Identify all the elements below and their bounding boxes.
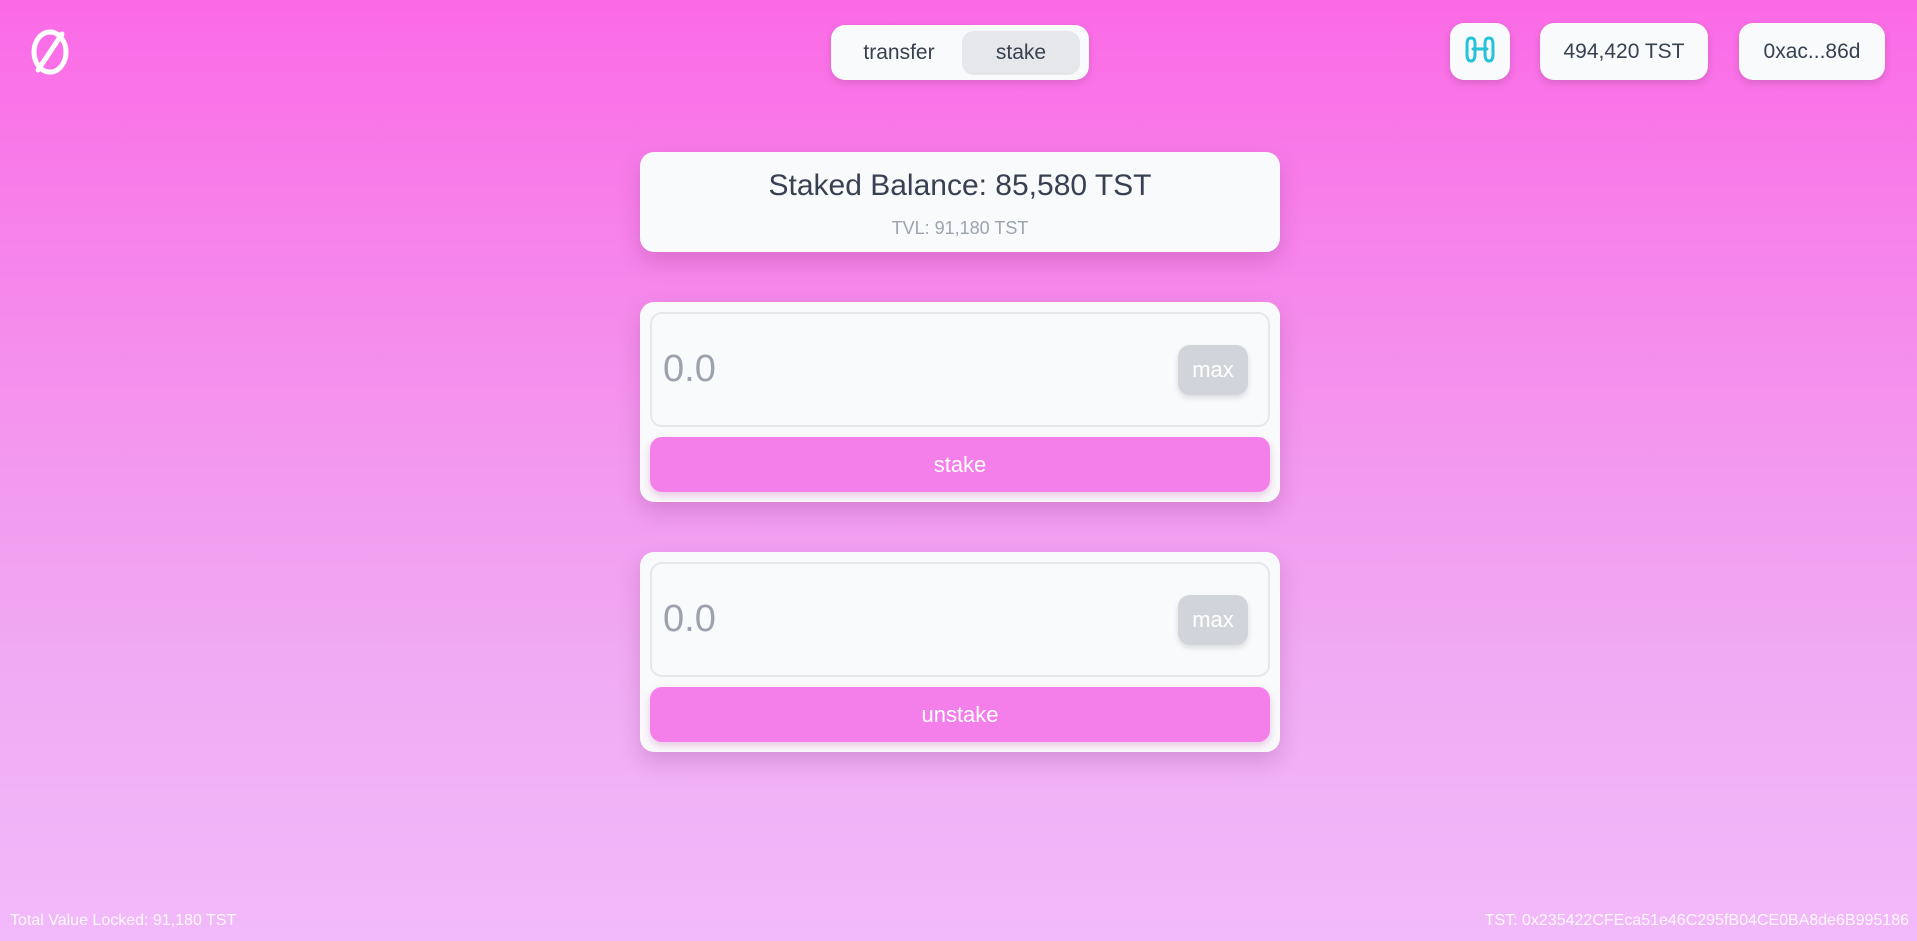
footer-token-address: TST: 0x235422CFEca51e46C295fB04CE0BA8de6… [1484, 912, 1909, 929]
staked-balance-card: Staked Balance: 85,580 TST TVL: 91,180 T… [640, 152, 1280, 252]
stake-amount-input[interactable] [652, 339, 1132, 400]
wallet-address-button[interactable]: 0xac...86d [1739, 23, 1885, 80]
unstake-input-box: max [650, 562, 1270, 677]
wallet-balance-badge[interactable]: 494,420 TST [1540, 23, 1708, 80]
stake-input-box: max [650, 312, 1270, 427]
stake-button[interactable]: stake [650, 437, 1270, 492]
tab-stake[interactable]: stake [962, 30, 1080, 75]
unstake-button[interactable]: unstake [650, 687, 1270, 742]
nav-tab-group: transfer stake [831, 25, 1089, 80]
tab-transfer[interactable]: transfer [840, 31, 958, 75]
unstake-form: max unstake [640, 552, 1280, 752]
footer-total-value-locked: Total Value Locked: 91,180 TST [10, 912, 237, 929]
staked-balance-title: Staked Balance: 85,580 TST [768, 169, 1152, 202]
unstake-max-button[interactable]: max [1178, 595, 1248, 645]
network-button[interactable] [1450, 23, 1510, 80]
harmony-icon [1464, 34, 1496, 70]
stake-max-button[interactable]: max [1178, 345, 1248, 395]
slashed-zero-logo-icon[interactable] [28, 28, 72, 76]
unstake-amount-input[interactable] [652, 589, 1132, 650]
stake-form: max stake [640, 302, 1280, 502]
tvl-label: TVL: 91,180 TST [891, 218, 1029, 238]
